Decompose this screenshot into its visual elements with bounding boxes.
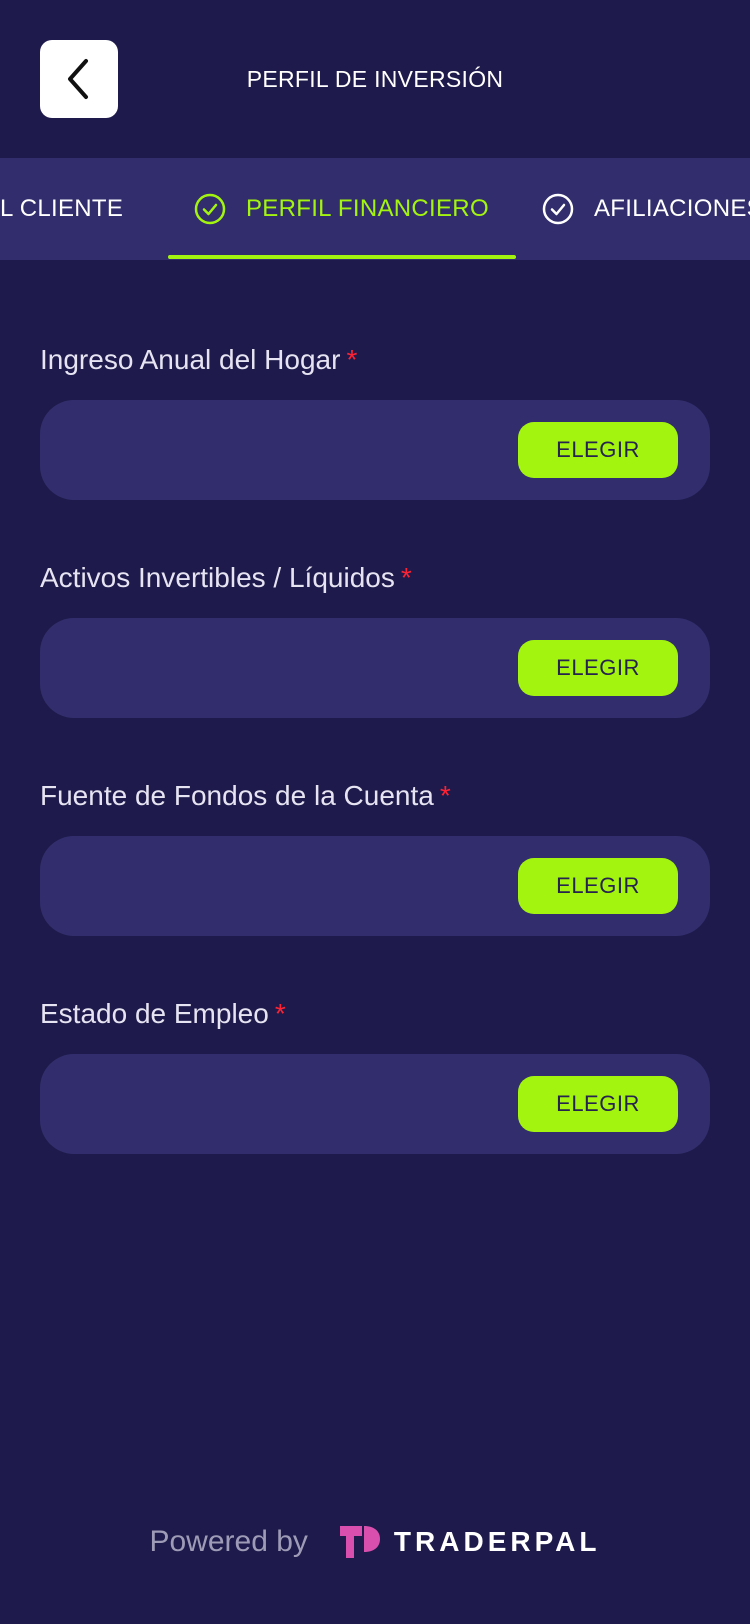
- employment-status-select[interactable]: ELEGIR: [40, 1054, 710, 1154]
- page-title: PERFIL DE INVERSIÓN: [246, 66, 504, 92]
- check-circle-icon: [542, 193, 574, 225]
- tab-label: PERFIL FINANCIERO: [246, 195, 489, 222]
- tab-affiliations[interactable]: AFILIACIONES: [542, 158, 750, 260]
- field-label-source-of-funds: Fuente de Fondos de la Cuenta *: [40, 780, 451, 812]
- choose-annual-income-button[interactable]: ELEGIR: [518, 422, 678, 478]
- field-label-liquid-assets: Activos Invertibles / Líquidos *: [40, 562, 412, 594]
- choose-source-of-funds-button[interactable]: ELEGIR: [518, 858, 678, 914]
- tab-label: L CLIENTE: [0, 195, 124, 222]
- choose-liquid-assets-button[interactable]: ELEGIR: [518, 640, 678, 696]
- tab-client-profile[interactable]: L CLIENTE: [0, 158, 123, 260]
- field-label-annual-income: Ingreso Anual del Hogar *: [40, 344, 357, 376]
- app-header: PERFIL DE INVERSIÓN: [0, 0, 750, 158]
- source-of-funds-select[interactable]: ELEGIR: [40, 836, 710, 936]
- brand-name: TRADERPAL: [393, 1526, 601, 1557]
- choose-employment-status-button[interactable]: ELEGIR: [518, 1076, 678, 1132]
- check-circle-icon: [194, 193, 226, 225]
- powered-by-text: Powered by: [149, 1525, 308, 1558]
- active-tab-indicator: [168, 255, 516, 259]
- tab-financial-profile[interactable]: PERFIL FINANCIERO: [194, 158, 489, 260]
- field-label-text: Estado de Empleo: [40, 998, 269, 1029]
- annual-income-select[interactable]: ELEGIR: [40, 400, 710, 500]
- required-marker: *: [439, 780, 451, 811]
- liquid-assets-select[interactable]: ELEGIR: [40, 618, 710, 718]
- powered-by-footer: Powered by TRADERPAL: [0, 1512, 750, 1572]
- field-label-text: Ingreso Anual del Hogar: [40, 344, 341, 375]
- step-tabs: L CLIENTE PERFIL FINANCIERO AFILIACIONES: [0, 158, 750, 260]
- required-marker: *: [274, 998, 286, 1029]
- tab-label: AFILIACIONES: [594, 195, 750, 222]
- field-label-text: Activos Invertibles / Líquidos: [40, 562, 395, 593]
- field-label-employment-status: Estado de Empleo *: [40, 998, 286, 1030]
- required-marker: *: [346, 344, 358, 375]
- field-label-text: Fuente de Fondos de la Cuenta: [40, 780, 434, 811]
- required-marker: *: [400, 562, 412, 593]
- traderpal-logo-icon: [339, 1524, 380, 1560]
